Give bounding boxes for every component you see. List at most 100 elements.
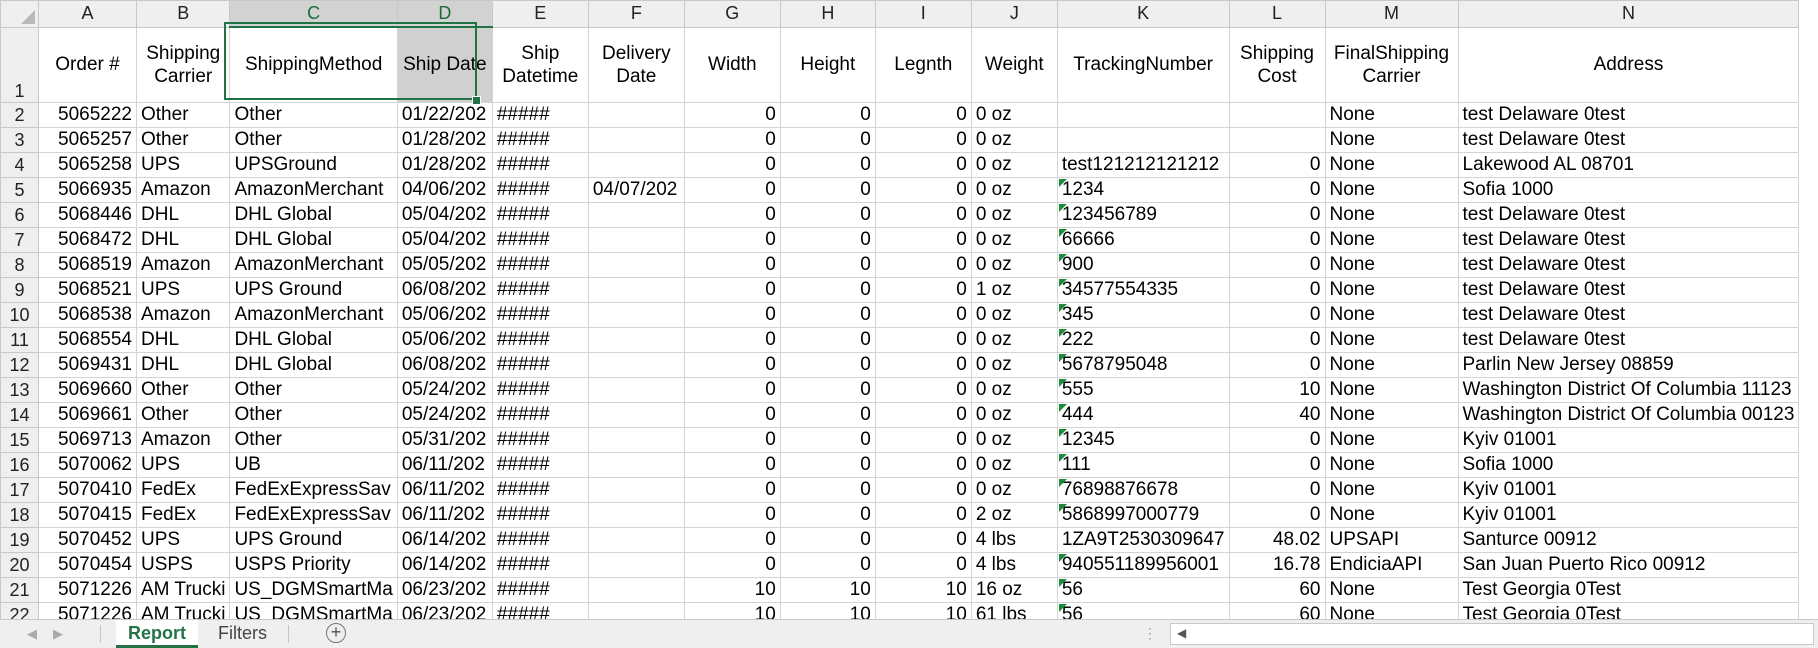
cell-order[interactable]: 5065257 xyxy=(38,126,137,153)
cell-cost[interactable]: 10 xyxy=(1228,376,1326,403)
cell-weight[interactable]: 0 oz xyxy=(970,401,1058,428)
row-number[interactable]: 21 xyxy=(0,576,39,603)
cell-weight[interactable]: 0 oz xyxy=(970,351,1058,378)
cell-ship-date[interactable]: 06/08/202 xyxy=(396,276,493,303)
select-all-corner[interactable] xyxy=(0,0,39,28)
header-cell-e[interactable]: Ship Datetime xyxy=(491,26,589,103)
row-number[interactable]: 22 xyxy=(0,601,39,619)
cell-ship-datetime[interactable]: ##### xyxy=(491,426,589,453)
cell-address[interactable]: test Delaware 0test xyxy=(1457,301,1800,328)
chevron-right-icon[interactable]: ▶ xyxy=(48,624,68,644)
column-header-c[interactable]: C xyxy=(229,0,398,28)
cell-ship-date[interactable]: 06/14/202 xyxy=(396,551,493,578)
cell-cost[interactable]: 0 xyxy=(1228,326,1326,353)
cell-carrier[interactable]: USPS xyxy=(135,551,231,578)
cell-order[interactable]: 5065222 xyxy=(38,101,137,128)
tab-filters[interactable]: Filters xyxy=(206,620,279,646)
cell-tracking[interactable]: 123456789 xyxy=(1056,201,1230,228)
cell-delivery[interactable] xyxy=(587,426,685,453)
cell-weight[interactable]: 0 oz xyxy=(970,226,1058,253)
cell-delivery[interactable] xyxy=(587,451,685,478)
cell-width[interactable]: 0 xyxy=(683,201,781,228)
cell-carrier[interactable]: UPS xyxy=(135,151,231,178)
cell-width[interactable]: 0 xyxy=(683,551,781,578)
cell-ship-datetime[interactable]: ##### xyxy=(491,151,589,178)
cell-weight[interactable]: 0 oz xyxy=(970,101,1058,128)
cell-ship-datetime[interactable]: ##### xyxy=(491,101,589,128)
cell-length[interactable]: 0 xyxy=(874,376,972,403)
cell-ship-datetime[interactable]: ##### xyxy=(491,551,589,578)
cell-tracking[interactable]: 444 xyxy=(1056,401,1230,428)
cell-order[interactable]: 5065258 xyxy=(38,151,137,178)
cell-ship-date[interactable]: 05/06/202 xyxy=(396,326,493,353)
cell-cost[interactable]: 16.78 xyxy=(1228,551,1326,578)
cell-method[interactable]: Other xyxy=(229,376,398,403)
column-header-i[interactable]: I xyxy=(874,0,972,28)
cell-final-carrier[interactable]: None xyxy=(1324,101,1459,128)
cell-delivery[interactable] xyxy=(587,351,685,378)
cell-order[interactable]: 5068521 xyxy=(38,276,137,303)
cell-order[interactable]: 5070410 xyxy=(38,476,137,503)
cell-width[interactable]: 0 xyxy=(683,126,781,153)
cell-final-carrier[interactable]: UPSAPI xyxy=(1324,526,1459,553)
cell-weight[interactable]: 0 oz xyxy=(970,476,1058,503)
cell-delivery[interactable] xyxy=(587,601,685,619)
column-header-a[interactable]: A xyxy=(38,0,137,28)
row-number[interactable]: 15 xyxy=(0,426,39,453)
column-header-l[interactable]: L xyxy=(1228,0,1326,28)
cell-delivery[interactable] xyxy=(587,276,685,303)
cell-tracking[interactable]: 5678795048 xyxy=(1056,351,1230,378)
cell-length[interactable]: 0 xyxy=(874,251,972,278)
cell-width[interactable]: 0 xyxy=(683,376,781,403)
cell-delivery[interactable] xyxy=(587,376,685,403)
cell-weight[interactable]: 0 oz xyxy=(970,326,1058,353)
cell-ship-datetime[interactable]: ##### xyxy=(491,276,589,303)
cell-final-carrier[interactable]: None xyxy=(1324,251,1459,278)
cell-address[interactable]: test Delaware 0test xyxy=(1457,126,1800,153)
row-number[interactable]: 19 xyxy=(0,526,39,553)
cell-address[interactable]: Washington District Of Columbia 11123 xyxy=(1457,376,1800,403)
cell-tracking[interactable]: 5868997000779 xyxy=(1056,501,1230,528)
cell-cost[interactable]: 0 xyxy=(1228,426,1326,453)
cell-cost[interactable]: 0 xyxy=(1228,276,1326,303)
row-number[interactable]: 12 xyxy=(0,351,39,378)
cell-order[interactable]: 5071226 xyxy=(38,601,137,619)
cell-cost[interactable]: 0 xyxy=(1228,301,1326,328)
cell-length[interactable]: 0 xyxy=(874,451,972,478)
cell-final-carrier[interactable]: None xyxy=(1324,501,1459,528)
header-cell-l[interactable]: Shipping Cost xyxy=(1228,26,1326,103)
cell-carrier[interactable]: FedEx xyxy=(135,501,231,528)
cell-width[interactable]: 0 xyxy=(683,351,781,378)
cell-width[interactable]: 0 xyxy=(683,226,781,253)
cell-method[interactable]: Other xyxy=(229,426,398,453)
row-number[interactable]: 7 xyxy=(0,226,39,253)
cell-height[interactable]: 0 xyxy=(779,126,876,153)
row-number[interactable]: 9 xyxy=(0,276,39,303)
cell-order[interactable]: 5070454 xyxy=(38,551,137,578)
cell-final-carrier[interactable]: None xyxy=(1324,176,1459,203)
cell-carrier[interactable]: Amazon xyxy=(135,176,231,203)
cell-final-carrier[interactable]: None xyxy=(1324,376,1459,403)
spreadsheet-grid[interactable]: ABCDEFGHIJKLMN 1 Order # Shipping Carrier… xyxy=(0,0,1818,619)
cell-carrier[interactable]: Amazon xyxy=(135,426,231,453)
cell-final-carrier[interactable]: None xyxy=(1324,151,1459,178)
cell-carrier[interactable]: DHL xyxy=(135,226,231,253)
row-number[interactable]: 3 xyxy=(0,126,39,153)
cell-ship-datetime[interactable]: ##### xyxy=(491,576,589,603)
header-cell-j[interactable]: Weight xyxy=(970,26,1058,103)
cell-length[interactable]: 0 xyxy=(874,351,972,378)
cell-height[interactable]: 0 xyxy=(779,476,876,503)
cell-length[interactable]: 0 xyxy=(874,201,972,228)
cell-order[interactable]: 5068554 xyxy=(38,326,137,353)
cell-carrier[interactable]: Other xyxy=(135,126,231,153)
row-number[interactable]: 4 xyxy=(0,151,39,178)
cell-weight[interactable]: 0 oz xyxy=(970,176,1058,203)
cell-tracking[interactable]: 940551189956001 xyxy=(1056,551,1230,578)
cell-cost[interactable]: 0 xyxy=(1228,476,1326,503)
cell-address[interactable]: Parlin New Jersey 08859 xyxy=(1457,351,1800,378)
cell-tracking[interactable]: 555 xyxy=(1056,376,1230,403)
cell-carrier[interactable]: UPS xyxy=(135,276,231,303)
cell-height[interactable]: 0 xyxy=(779,326,876,353)
cell-tracking[interactable]: 111 xyxy=(1056,451,1230,478)
cell-cost[interactable]: 0 xyxy=(1228,151,1326,178)
